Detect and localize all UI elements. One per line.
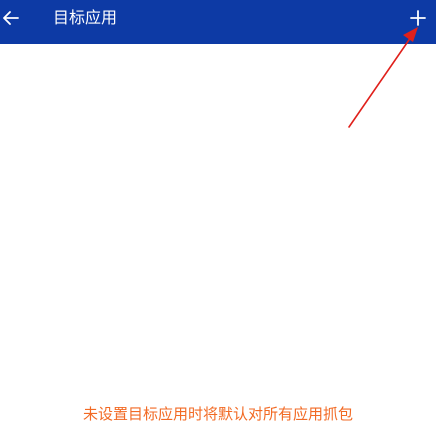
page-title: 目标应用 <box>53 8 118 27</box>
empty-state-hint: 未设置目标应用时将默认对所有应用抓包 <box>82 405 353 423</box>
target-app-list <box>0 44 436 447</box>
arrow-left-icon <box>3 11 19 25</box>
app-bar: 目标应用 <box>0 0 436 44</box>
back-button[interactable] <box>0 0 26 36</box>
add-app-button[interactable] <box>402 0 436 36</box>
plus-icon <box>410 10 426 26</box>
